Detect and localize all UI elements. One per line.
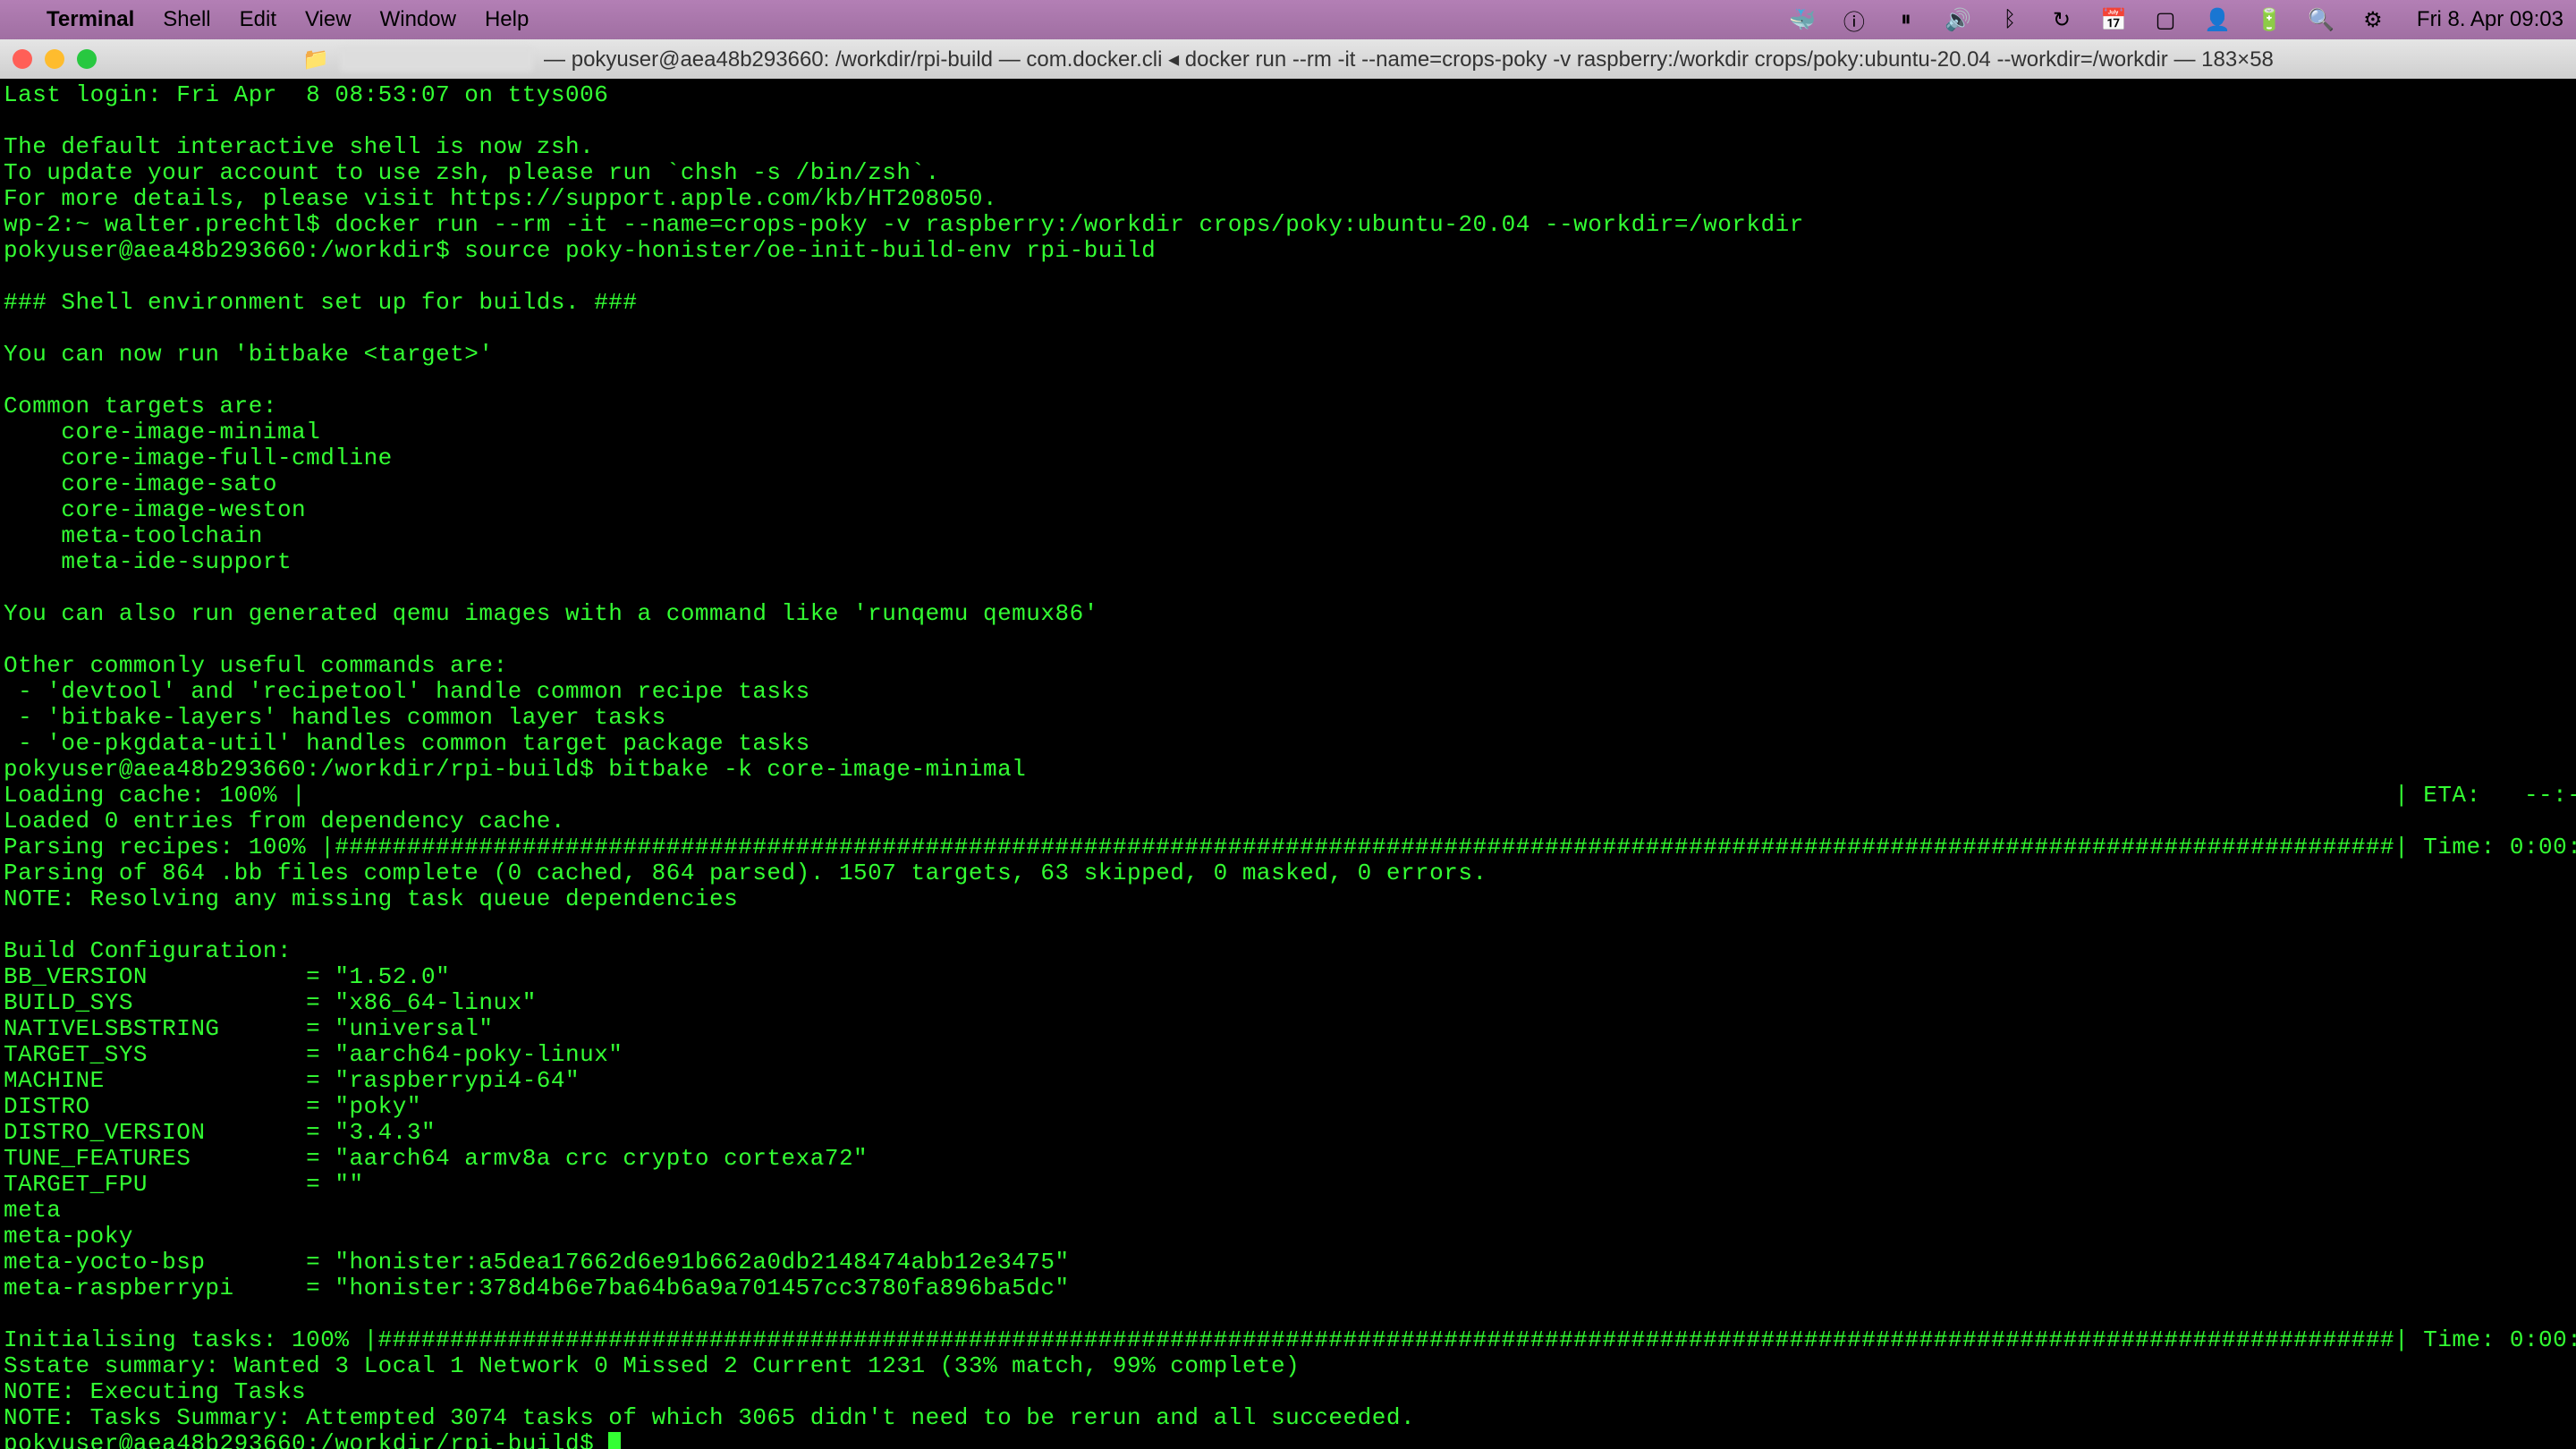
- menubar-left: Terminal Shell Edit View Window Help: [13, 7, 529, 32]
- terminal-content[interactable]: Last login: Fri Apr 8 08:53:07 on ttys00…: [0, 79, 2576, 1449]
- minimize-button[interactable]: [45, 49, 64, 69]
- close-button[interactable]: [13, 49, 32, 69]
- menu-help[interactable]: Help: [485, 7, 529, 32]
- window-title: 📁 ████████████ — pokyuser@aea48b293660: …: [13, 47, 2563, 72]
- info-icon[interactable]: ⓘ: [1841, 6, 1868, 33]
- battery-icon[interactable]: 🔋: [2256, 6, 2283, 33]
- menubar-right: 🐳 ⓘ ⏸ 🔊 ᛒ ↻ 📅 ▢ 👤 🔋 🔍 ⚙ Fri 8. Apr 09:03: [1789, 6, 2563, 33]
- menubar-datetime[interactable]: Fri 8. Apr 09:03: [2417, 7, 2563, 32]
- menu-shell[interactable]: Shell: [163, 7, 210, 32]
- menu-edit[interactable]: Edit: [240, 7, 276, 32]
- terminal-cursor: [608, 1432, 621, 1449]
- maximize-button[interactable]: [77, 49, 97, 69]
- app-name[interactable]: Terminal: [47, 7, 134, 32]
- bluetooth-icon[interactable]: ᛒ: [1996, 6, 2023, 33]
- user-icon[interactable]: 👤: [2204, 6, 2231, 33]
- menu-view[interactable]: View: [305, 7, 352, 32]
- title-blurred: ████████████: [340, 47, 533, 72]
- menu-window[interactable]: Window: [380, 7, 456, 32]
- displays-icon[interactable]: ▢: [2152, 6, 2179, 33]
- calendar-icon[interactable]: 📅: [2100, 6, 2127, 33]
- title-main: — pokyuser@aea48b293660: /workdir/rpi-bu…: [544, 47, 2274, 72]
- terminal-prompt: pokyuser@aea48b293660:/workdir/rpi-build…: [4, 1430, 608, 1449]
- volume-icon[interactable]: 🔊: [1945, 6, 1971, 33]
- macos-menubar: Terminal Shell Edit View Window Help 🐳 ⓘ…: [0, 0, 2576, 39]
- timemachine-icon[interactable]: ↻: [2048, 6, 2075, 33]
- window-titlebar: 📁 ████████████ — pokyuser@aea48b293660: …: [0, 39, 2576, 79]
- control-center-icon[interactable]: ⚙: [2360, 6, 2386, 33]
- docker-icon[interactable]: 🐳: [1789, 6, 1816, 33]
- pause-icon[interactable]: ⏸: [1893, 6, 1919, 33]
- spotlight-icon[interactable]: 🔍: [2308, 6, 2334, 33]
- terminal-output: Last login: Fri Apr 8 08:53:07 on ttys00…: [4, 81, 2576, 1431]
- folder-icon: 📁: [302, 47, 329, 72]
- window-controls: [13, 49, 97, 69]
